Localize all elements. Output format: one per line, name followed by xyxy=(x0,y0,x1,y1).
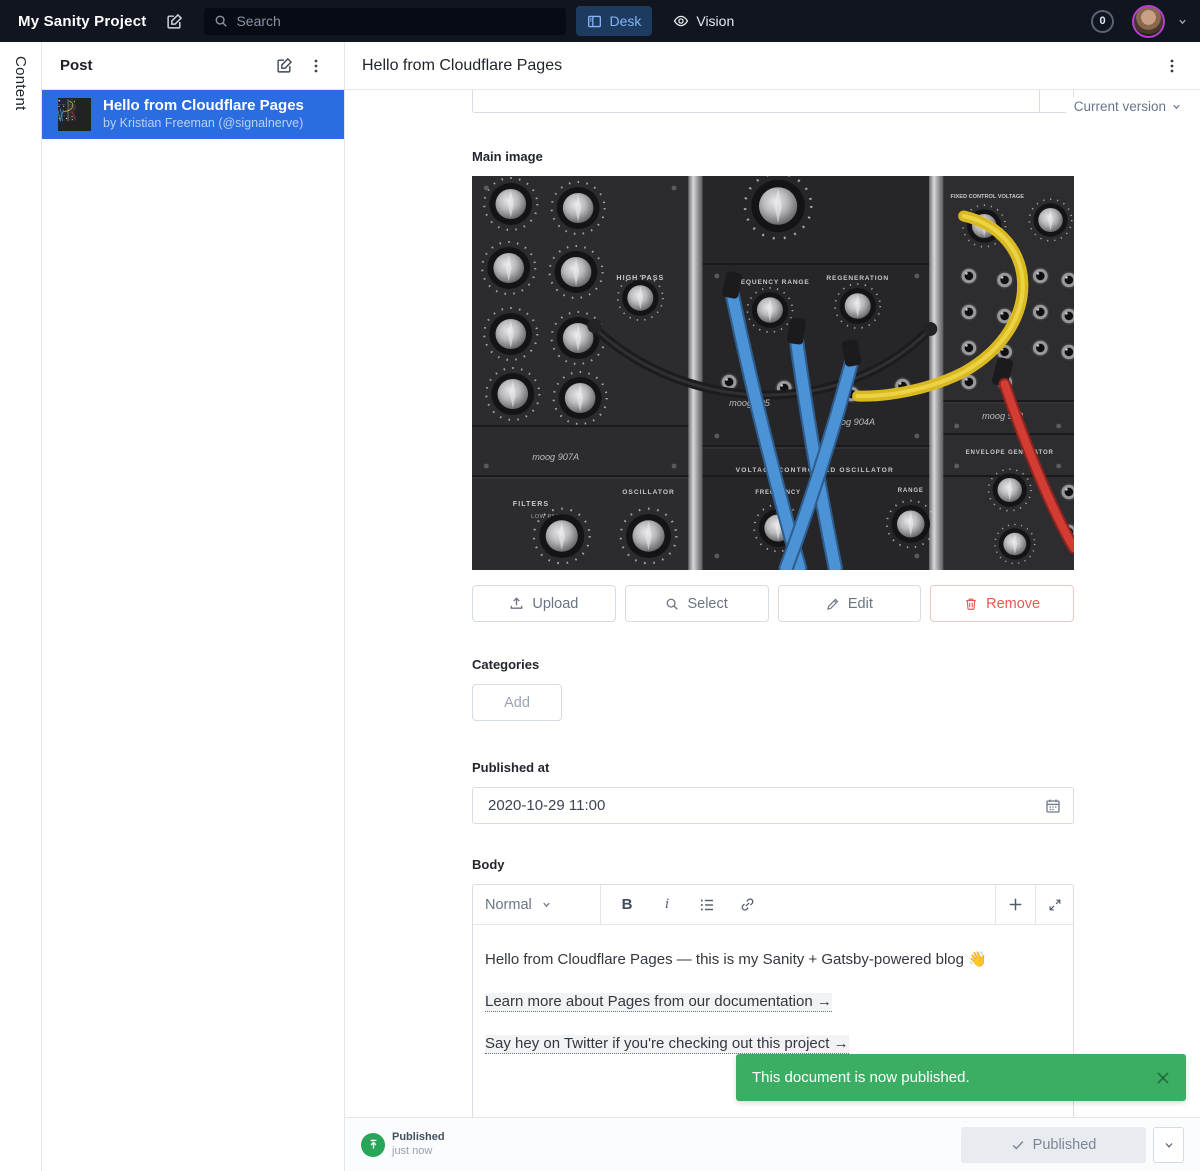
body-link-twitter[interactable]: Say hey on Twitter if you're checking ou… xyxy=(485,1035,849,1054)
publish-menu-button[interactable] xyxy=(1153,1127,1184,1163)
list-item-post[interactable]: Hello from Cloudflare Pages by Kristian … xyxy=(42,90,344,139)
plus-icon xyxy=(1007,896,1024,913)
bold-button[interactable]: B xyxy=(607,885,647,924)
document-pane: Hello from Cloudflare Pages Current vers… xyxy=(345,42,1200,1171)
kebab-menu-icon xyxy=(308,58,324,74)
toast-message: This document is now published. xyxy=(752,1069,1154,1086)
eye-icon xyxy=(673,13,689,29)
body-paragraph[interactable]: Hello from Cloudflare Pages — this is my… xyxy=(485,949,1061,970)
select-button[interactable]: Select xyxy=(625,585,769,622)
search-bar[interactable] xyxy=(204,8,566,35)
list-item-title: Hello from Cloudflare Pages xyxy=(103,97,304,115)
published-at-field xyxy=(472,787,1074,824)
bullet-list-button[interactable] xyxy=(687,885,727,924)
version-selector[interactable]: Current version xyxy=(1066,97,1184,116)
post-list-menu-button[interactable] xyxy=(300,50,332,82)
close-icon[interactable] xyxy=(1154,1069,1172,1087)
publish-toast: This document is now published. xyxy=(736,1054,1186,1101)
user-menu-chevron-icon[interactable] xyxy=(1177,16,1188,27)
publish-button[interactable]: Published xyxy=(961,1127,1146,1163)
upload-icon xyxy=(509,596,524,611)
document-footer: Published just now Published xyxy=(345,1117,1200,1171)
kebab-menu-icon xyxy=(1164,58,1180,74)
upload-button[interactable]: Upload xyxy=(472,585,616,622)
edit-button-label: Edit xyxy=(848,596,873,612)
avatar[interactable] xyxy=(1132,5,1165,38)
add-category-button[interactable]: Add xyxy=(472,684,562,721)
tab-vision-label: Vision xyxy=(696,13,734,29)
link-button[interactable] xyxy=(727,885,767,924)
edit-button[interactable]: Edit xyxy=(778,585,922,622)
version-label: Current version xyxy=(1074,99,1166,114)
link-icon xyxy=(740,897,755,912)
compose-icon xyxy=(276,57,293,74)
top-bar: My Sanity Project Desk xyxy=(0,0,1200,42)
post-list-title: Post xyxy=(60,57,268,74)
search-input[interactable] xyxy=(236,13,556,29)
post-thumbnail xyxy=(58,98,91,131)
document-scroll-area: Current version Main image xyxy=(345,90,1200,1117)
editor-toolbar: Normal B i xyxy=(473,885,1073,925)
publish-status-time: just now xyxy=(392,1145,445,1159)
new-document-button[interactable] xyxy=(268,50,300,82)
publish-status-label: Published xyxy=(392,1131,445,1145)
published-at-input[interactable] xyxy=(488,797,1045,814)
text-style-select[interactable]: Normal xyxy=(473,885,601,924)
main-image-label: Main image xyxy=(472,149,1074,164)
content-rail: Content xyxy=(0,42,42,1171)
pencil-icon xyxy=(826,597,840,611)
project-title: My Sanity Project xyxy=(18,13,146,30)
insert-block-button[interactable] xyxy=(995,885,1035,924)
list-item-subtitle: by Kristian Freeman (@signalnerve) xyxy=(103,115,304,131)
publish-button-label: Published xyxy=(1033,1137,1097,1153)
compose-button[interactable] xyxy=(160,7,188,35)
expand-icon xyxy=(1048,898,1062,912)
tab-vision[interactable]: Vision xyxy=(662,6,745,36)
trash-icon xyxy=(964,597,978,611)
italic-button[interactable]: i xyxy=(647,885,687,924)
body-label: Body xyxy=(472,857,1074,872)
search-icon xyxy=(665,597,679,611)
upload-button-label: Upload xyxy=(532,596,578,612)
notification-badge[interactable]: 0 xyxy=(1091,10,1114,33)
check-icon xyxy=(1011,1138,1025,1152)
fullscreen-button[interactable] xyxy=(1035,885,1073,924)
select-button-label: Select xyxy=(687,596,727,612)
publish-status: Published just now xyxy=(361,1131,445,1159)
bullet-list-icon xyxy=(699,897,715,913)
document-header: Hello from Cloudflare Pages xyxy=(345,42,1200,90)
body-link-docs[interactable]: Learn more about Pages from our document… xyxy=(485,993,832,1012)
published-status-icon xyxy=(361,1133,385,1157)
categories-label: Categories xyxy=(472,657,1074,672)
chevron-down-icon xyxy=(1163,1139,1175,1151)
post-list-header: Post xyxy=(42,42,344,90)
body-editor-content[interactable]: Hello from Cloudflare Pages — this is my… xyxy=(473,925,1073,1075)
document-menu-button[interactable] xyxy=(1156,50,1188,82)
content-rail-label[interactable]: Content xyxy=(12,56,29,1171)
desk-icon xyxy=(587,14,602,29)
published-at-label: Published at xyxy=(472,760,1074,775)
search-icon xyxy=(214,14,228,28)
chevron-down-icon xyxy=(1171,101,1182,112)
calendar-icon[interactable] xyxy=(1045,798,1061,814)
text-style-value: Normal xyxy=(485,897,533,913)
document-title: Hello from Cloudflare Pages xyxy=(362,57,1156,75)
post-list-pane: Post xyxy=(42,42,345,1171)
tab-desk-label: Desk xyxy=(609,13,641,29)
remove-button[interactable]: Remove xyxy=(930,585,1074,622)
compose-icon xyxy=(166,13,183,30)
tab-desk[interactable]: Desk xyxy=(576,6,652,36)
remove-button-label: Remove xyxy=(986,596,1040,612)
chevron-down-icon xyxy=(541,899,589,910)
main-image-preview xyxy=(472,176,1074,570)
slug-field[interactable] xyxy=(472,90,1074,113)
